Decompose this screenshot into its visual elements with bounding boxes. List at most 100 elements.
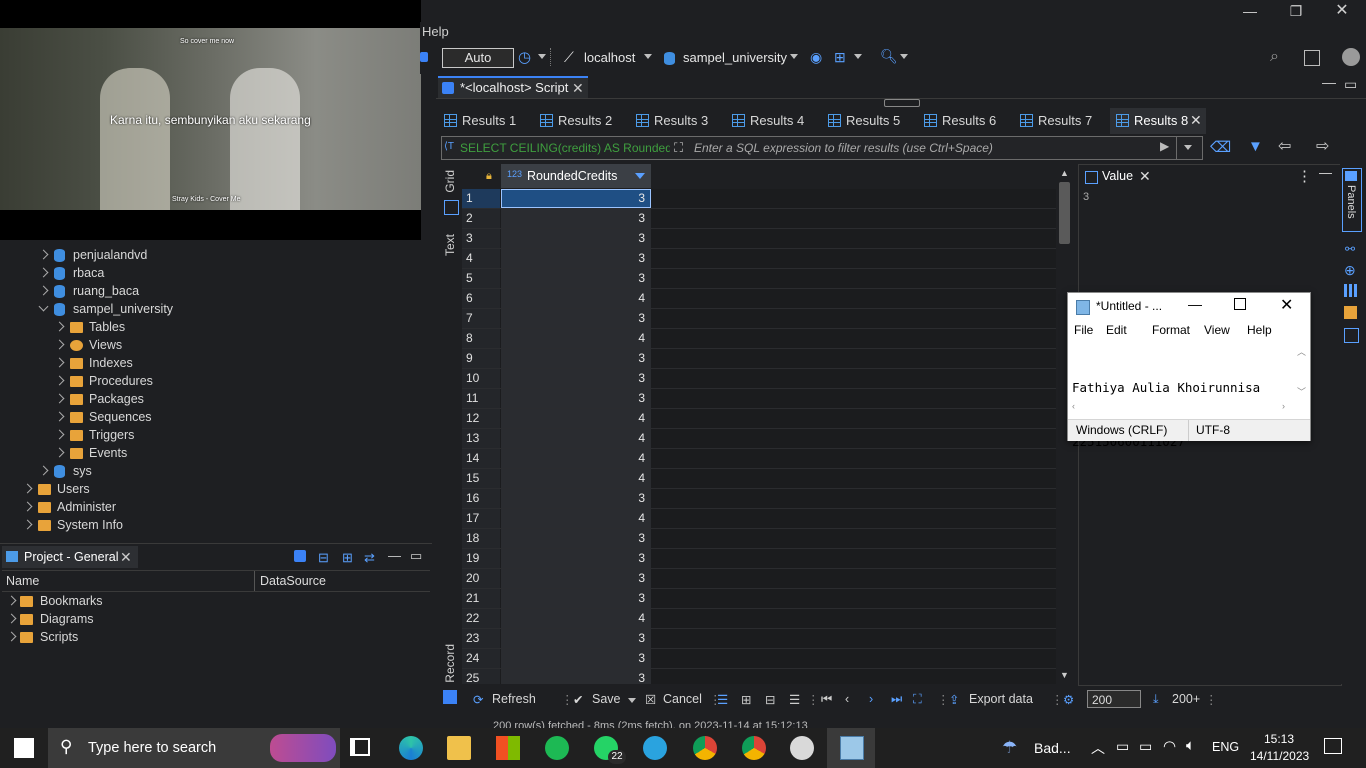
tree-item-users[interactable]: Users [22, 481, 414, 499]
row-number[interactable]: 1 [462, 189, 500, 208]
chrome-profile-icon[interactable] [742, 736, 766, 760]
row-number[interactable]: 10 [462, 369, 500, 388]
fetch-all-icon[interactable]: ⛶ [913, 692, 922, 707]
minimize-icon[interactable]: — [1319, 165, 1332, 180]
history-icon[interactable]: ◷ [518, 48, 531, 66]
cell-roundedcredits[interactable]: 3 [501, 489, 651, 508]
table-row[interactable]: 53 [462, 269, 1056, 289]
cell-roundedcredits[interactable]: 3 [501, 349, 651, 368]
row-number[interactable]: 21 [462, 589, 500, 608]
cell-roundedcredits[interactable]: 4 [501, 609, 651, 628]
minimize-icon[interactable]: — [1322, 74, 1336, 90]
scrollbar-thumb[interactable] [1059, 182, 1070, 244]
cell-roundedcredits[interactable]: 3 [501, 569, 651, 588]
chevron-right-icon[interactable] [54, 339, 65, 350]
maximize-window-icon[interactable] [1234, 298, 1246, 310]
scroll-down-icon[interactable]: ▼ [1060, 670, 1069, 680]
panel-resize-handle[interactable] [884, 99, 920, 107]
chrome-icon[interactable] [693, 736, 717, 760]
scroll-right-icon[interactable]: › [1282, 401, 1285, 411]
chevron-right-icon[interactable] [22, 519, 33, 530]
cell-roundedcredits[interactable]: 3 [501, 229, 651, 248]
expand-icon[interactable]: ⊞ [342, 550, 353, 566]
row-number[interactable]: 6 [462, 289, 500, 308]
calculator-icon[interactable]: ⊕ [1344, 262, 1356, 279]
table-row[interactable]: 24 3 [462, 649, 1056, 669]
wifi-icon[interactable]: ◠ [1163, 737, 1176, 755]
minimize-icon[interactable]: — [388, 548, 401, 563]
chevron-right-icon[interactable] [6, 595, 17, 606]
save-button[interactable]: Save [592, 692, 621, 706]
edge-icon[interactable] [399, 736, 423, 760]
link-icon[interactable] [294, 550, 306, 562]
cell-roundedcredits[interactable]: 4 [501, 429, 651, 448]
filter-input[interactable]: Enter a SQL expression to filter results… [694, 141, 993, 155]
table-row[interactable]: 19 3 [462, 549, 1056, 569]
tab-results-1[interactable]: Results 1 [438, 108, 530, 134]
global-search-icon[interactable]: ⌕ [1270, 48, 1279, 66]
cell-roundedcredits[interactable]: 3 [501, 669, 651, 684]
row-number[interactable]: 4 [462, 249, 500, 268]
telegram-icon[interactable] [643, 736, 667, 760]
tree-item-sampel-university[interactable]: sampel_university [38, 301, 420, 319]
tab-results-2[interactable]: Results 2 [534, 108, 626, 134]
close-icon[interactable]: ✕ [120, 549, 132, 566]
chevron-right-icon[interactable] [38, 267, 49, 278]
copy-row-icon[interactable]: ⊟ [765, 692, 775, 707]
row-number[interactable]: 9 [462, 349, 500, 368]
vtab-grid[interactable]: Grid [443, 170, 457, 193]
back-icon[interactable]: ⇦ [1278, 136, 1291, 156]
cell-roundedcredits[interactable]: 4 [501, 289, 651, 308]
collapse-icon[interactable]: ⊟ [318, 550, 329, 566]
row-number[interactable]: 24 [462, 649, 500, 668]
cell-roundedcredits[interactable]: 4 [501, 329, 651, 348]
close-window-icon[interactable]: ✕ [1319, 2, 1365, 20]
row-number[interactable]: 8 [462, 329, 500, 348]
table-row[interactable]: 13 [462, 189, 1056, 209]
maximize-icon[interactable]: ▭ [410, 548, 422, 564]
notifications-icon[interactable] [1324, 738, 1342, 754]
expand-icon[interactable]: ⛶ [674, 140, 683, 156]
tab-results-7[interactable]: Results 7 [1014, 108, 1106, 134]
weather-text[interactable]: Bad... [1034, 740, 1071, 756]
chevron-down-icon[interactable] [854, 54, 862, 59]
tab-results-3[interactable]: Results 3 [630, 108, 722, 134]
tree-item-scripts[interactable]: Scripts [6, 629, 408, 647]
column-header-datasource[interactable]: DataSource [260, 574, 326, 588]
volume-icon[interactable]: 🔈︎ [1186, 737, 1195, 754]
task-view-icon[interactable] [350, 738, 370, 756]
row-number[interactable]: 19 [462, 549, 500, 568]
spotify-icon[interactable] [545, 736, 569, 760]
chevron-right-icon[interactable] [54, 357, 65, 368]
table-row[interactable]: 84 [462, 329, 1056, 349]
tree-item-events[interactable]: Events [54, 445, 416, 463]
vtab-text[interactable]: Text [443, 234, 457, 256]
row-number[interactable]: 14 [462, 449, 500, 468]
table-row[interactable]: 20 3 [462, 569, 1056, 589]
chevron-right-icon[interactable] [54, 393, 65, 404]
scroll-down-icon[interactable]: ﹀ [1297, 385, 1306, 398]
column-divider[interactable] [254, 571, 255, 591]
chevron-right-icon[interactable] [6, 631, 17, 642]
sync-icon[interactable]: ⇄ [364, 550, 375, 566]
windows-start-icon[interactable] [14, 738, 34, 758]
chevron-up-icon[interactable]: ︿ [1091, 738, 1105, 758]
cell-roundedcredits[interactable]: 3 [501, 549, 651, 568]
tree-item-rbaca[interactable]: rbaca [38, 265, 420, 283]
avatar[interactable] [1342, 48, 1360, 66]
tab-script[interactable]: *<localhost> Script ✕ [438, 76, 588, 98]
meet-now-icon[interactable]: ▭ [1116, 738, 1129, 755]
battery-icon[interactable]: ▭ [1139, 738, 1152, 755]
export-button[interactable]: Export data [969, 692, 1033, 706]
row-number[interactable]: 12 [462, 409, 500, 428]
tab-results-5[interactable]: Results 5 [822, 108, 914, 134]
menu-edit[interactable]: Edit [1106, 323, 1127, 337]
row-number[interactable]: 22 [462, 609, 500, 628]
menu-view[interactable]: View [1204, 323, 1230, 337]
forward-icon[interactable]: ⇨ [1316, 136, 1329, 156]
metadata-icon[interactable]: ⚯ [1345, 242, 1355, 256]
panels-toggle[interactable]: Panels [1342, 168, 1362, 232]
table-row[interactable]: 17 4 [462, 509, 1056, 529]
table-row[interactable]: 22 4 [462, 609, 1056, 629]
row-number[interactable]: 13 [462, 429, 500, 448]
